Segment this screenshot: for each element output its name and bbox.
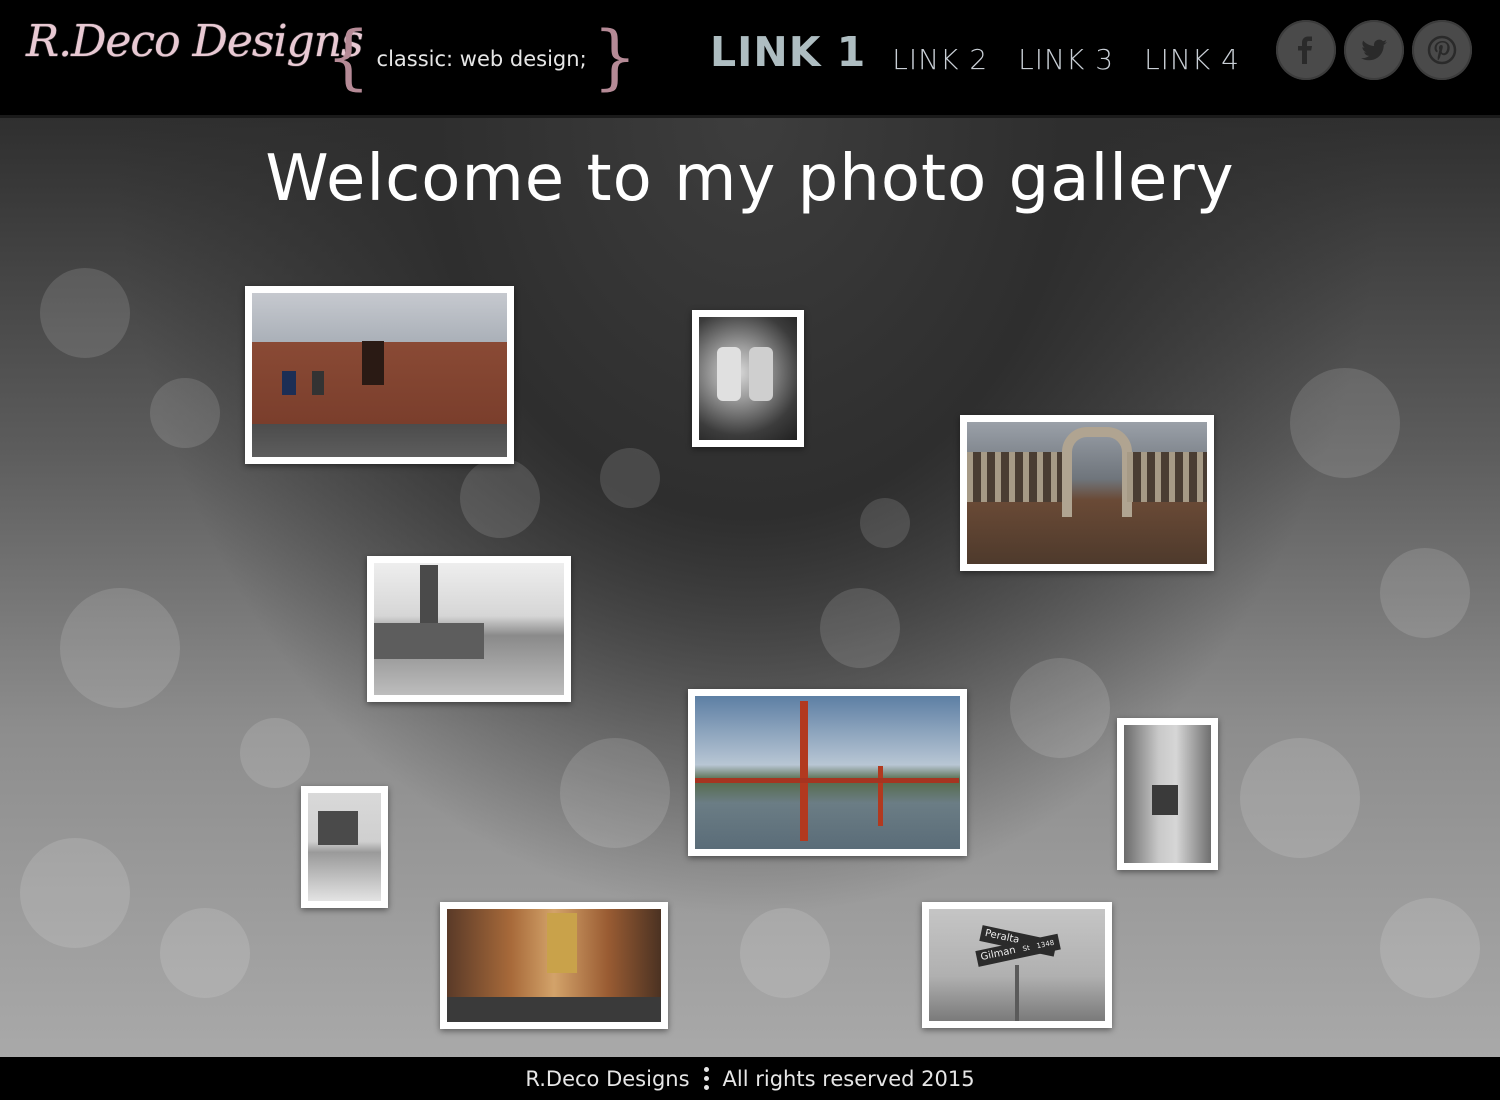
left-brace: {	[326, 16, 371, 98]
facebook-icon	[1298, 36, 1312, 64]
page-title: Welcome to my photo gallery	[265, 142, 1235, 216]
bokeh-light	[40, 268, 130, 358]
twitter-icon	[1361, 39, 1387, 61]
gallery-photo-palace-colonnade[interactable]	[960, 415, 1214, 571]
street-sign-number: 1348	[1035, 938, 1056, 951]
photo-image	[374, 563, 564, 695]
photo-detail	[1127, 452, 1207, 502]
site-logo[interactable]: R.Deco Designs	[26, 16, 364, 67]
gallery-photo-band-concert[interactable]	[692, 310, 804, 447]
photo-detail	[749, 347, 773, 401]
bokeh-light	[60, 588, 180, 708]
photo-detail	[547, 913, 577, 973]
bokeh-light	[600, 448, 660, 508]
site-header: R.Deco Designs { classic: web design; } …	[0, 0, 1500, 118]
photo-detail	[312, 371, 324, 395]
photo-detail	[420, 565, 438, 631]
street-sign-suffix: St	[1021, 943, 1031, 954]
bokeh-light	[1380, 548, 1470, 638]
gallery-photo-brick-building[interactable]	[245, 286, 514, 464]
sign-pole	[1015, 965, 1019, 1021]
gallery-photo-street-sign[interactable]: Peralta Gilman St 1348	[922, 902, 1112, 1028]
photo-detail	[282, 371, 296, 395]
bokeh-light	[240, 718, 310, 788]
bokeh-light	[20, 838, 130, 948]
photo-detail	[318, 811, 358, 845]
gallery-photo-cable-car-street[interactable]	[1117, 718, 1218, 870]
bokeh-light	[160, 908, 250, 998]
photo-detail	[1152, 785, 1178, 815]
footer-rights: All rights reserved 2015	[722, 1066, 975, 1091]
gallery-photo-golden-gate-bridge[interactable]	[688, 689, 967, 856]
photo-detail	[695, 778, 959, 783]
main-nav: LINK 1 LINK 2 LINK 3 LINK 4	[710, 28, 1270, 76]
gallery-photo-cliff-house[interactable]	[301, 786, 388, 908]
nav-link-1[interactable]: LINK 1	[710, 28, 866, 76]
bokeh-light	[1380, 898, 1480, 998]
footer-brand: R.Deco Designs	[525, 1066, 690, 1091]
photo-image	[447, 909, 661, 1022]
social-links	[1276, 20, 1480, 80]
photo-detail	[362, 341, 384, 385]
bokeh-background	[0, 118, 1500, 1058]
photo-detail	[967, 452, 1062, 502]
photo-detail	[447, 997, 661, 1022]
twitter-button[interactable]	[1344, 20, 1404, 80]
photo-image	[699, 317, 797, 440]
bokeh-light	[1240, 738, 1360, 858]
bokeh-light	[820, 588, 900, 668]
pinterest-button[interactable]	[1412, 20, 1472, 80]
bokeh-light	[560, 738, 670, 848]
photo-image: Peralta Gilman St 1348	[929, 909, 1105, 1021]
photo-detail	[717, 347, 741, 401]
street-sign-gilman-text: Gilman	[979, 944, 1017, 964]
gallery-photo-chinatown-street[interactable]	[440, 902, 668, 1029]
site-footer: R.Deco Designs All rights reserved 2015	[0, 1057, 1500, 1100]
nav-link-2[interactable]: LINK 2	[892, 43, 988, 76]
photo-detail	[800, 701, 808, 841]
photo-image	[695, 696, 960, 849]
gallery-photo-ferry-building[interactable]	[367, 556, 571, 702]
bokeh-light	[460, 458, 540, 538]
nav-link-3[interactable]: LINK 3	[1018, 43, 1114, 76]
tagline-group: { classic: web design; }	[326, 20, 637, 94]
facebook-button[interactable]	[1276, 20, 1336, 80]
footer-divider	[703, 1065, 709, 1092]
photo-image	[252, 293, 507, 457]
tagline: classic: web design;	[376, 47, 587, 71]
photo-image	[308, 793, 381, 901]
right-brace: }	[592, 16, 638, 98]
bokeh-light	[150, 378, 220, 448]
bokeh-light	[740, 908, 830, 998]
photo-detail	[1062, 427, 1132, 517]
bokeh-light	[1290, 368, 1400, 478]
bokeh-light	[860, 498, 910, 548]
bokeh-light	[1010, 658, 1110, 758]
nav-link-4[interactable]: LINK 4	[1144, 43, 1240, 76]
photo-image	[967, 422, 1207, 564]
photo-detail	[374, 623, 484, 659]
pinterest-icon	[1427, 35, 1457, 65]
photo-detail	[878, 766, 883, 826]
photo-image	[1124, 725, 1211, 863]
